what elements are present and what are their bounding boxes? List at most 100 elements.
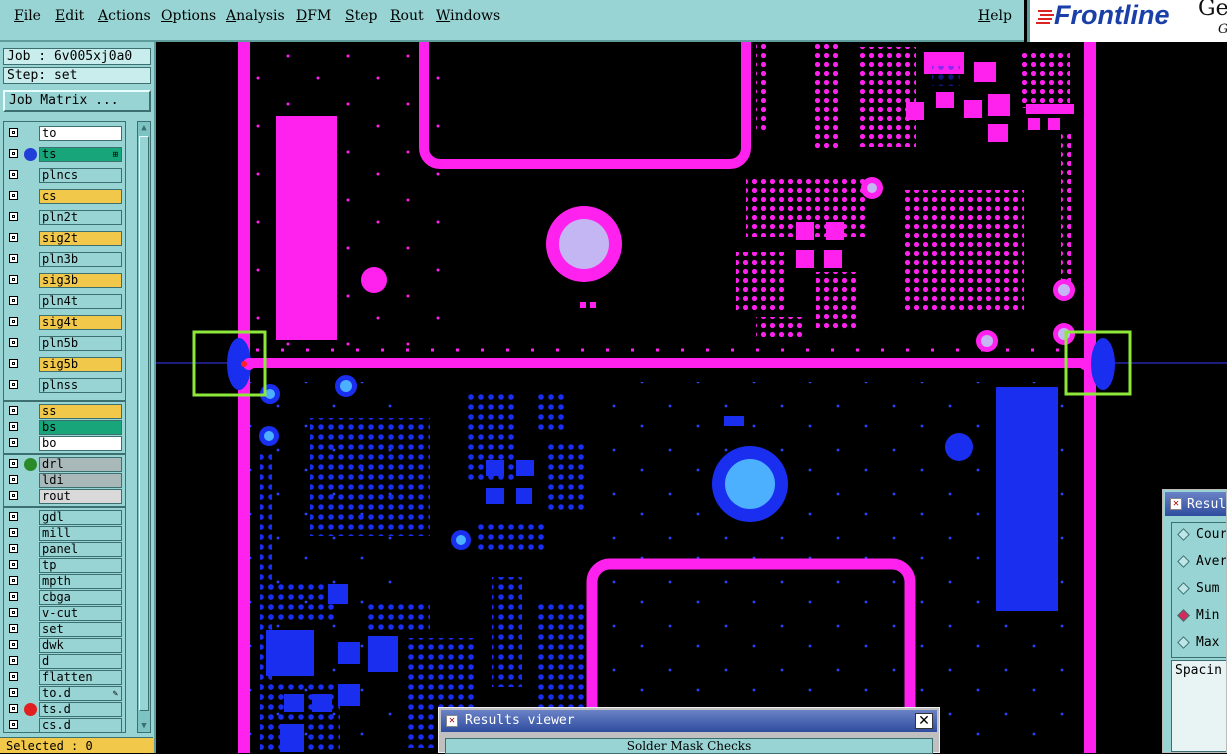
layer-name[interactable]: plncs	[39, 168, 122, 183]
layer-checkbox[interactable]	[9, 491, 18, 500]
layer-row-plnss[interactable]: plnss	[6, 378, 124, 393]
layer-name[interactable]: to	[39, 126, 122, 141]
layer-checkbox[interactable]	[9, 406, 18, 415]
layer-row-tp[interactable]: tp	[6, 558, 124, 573]
layer-checkbox[interactable]	[9, 212, 18, 221]
layer-checkbox[interactable]	[9, 640, 18, 649]
radio-min[interactable]: Min	[1176, 608, 1226, 626]
layer-name[interactable]: pln4t	[39, 294, 122, 309]
layer-checkbox[interactable]	[9, 720, 18, 729]
layer-name[interactable]: gdl	[39, 510, 122, 525]
layer-name[interactable]: mpth	[39, 574, 122, 589]
layer-name[interactable]: cs.d	[39, 718, 122, 732]
scroll-thumb[interactable]	[139, 136, 149, 711]
job-matrix-button[interactable]: Job Matrix ...	[3, 90, 151, 112]
layer-checkbox[interactable]	[9, 191, 18, 200]
menu-help[interactable]: Help	[978, 8, 1012, 24]
layer-name[interactable]: tp	[39, 558, 122, 573]
window-menu-icon[interactable]: ✕	[446, 715, 458, 727]
layer-name[interactable]: drl	[39, 457, 122, 472]
layer-checkbox[interactable]	[9, 608, 18, 617]
layer-checkbox[interactable]	[9, 317, 18, 326]
layer-name[interactable]: sig2t	[39, 231, 122, 246]
layer-row-d[interactable]: d	[6, 654, 124, 669]
layer-row-sig4t[interactable]: sig4t	[6, 315, 124, 330]
layer-row-bs[interactable]: bs	[6, 420, 124, 435]
layer-row-rout[interactable]: rout	[6, 489, 124, 504]
menu-dfm[interactable]: DFM	[296, 8, 331, 24]
layer-checkbox[interactable]	[9, 528, 18, 537]
layer-name[interactable]: ts.d	[39, 702, 122, 717]
layer-row-cs[interactable]: cs	[6, 189, 124, 204]
radio-diamond-icon[interactable]	[1177, 636, 1190, 649]
results-panel-titlebar[interactable]: ✕ Resul	[1165, 492, 1226, 516]
layer-checkbox[interactable]	[9, 438, 18, 447]
menu-rout[interactable]: Rout	[390, 8, 424, 24]
layer-checkbox[interactable]	[9, 688, 18, 697]
layer-row-cs.d[interactable]: cs.d	[6, 718, 124, 732]
layer-row-ldi[interactable]: ldi	[6, 473, 124, 488]
radio-sum[interactable]: Sum	[1176, 581, 1226, 599]
scroll-up-icon[interactable]: ▲	[138, 122, 150, 134]
layer-checkbox[interactable]	[9, 672, 18, 681]
layer-name[interactable]: panel	[39, 542, 122, 557]
layer-row-bo[interactable]: bo	[6, 436, 124, 451]
layer-checkbox[interactable]	[9, 233, 18, 242]
layer-checkbox[interactable]	[9, 475, 18, 484]
layer-row-mill[interactable]: mill	[6, 526, 124, 541]
layer-name[interactable]: pln5b	[39, 336, 122, 351]
layer-name[interactable]: sig4t	[39, 315, 122, 330]
layer-name[interactable]: v-cut	[39, 606, 122, 621]
layer-row-ts[interactable]: ts ⊞	[6, 147, 124, 162]
layer-checkbox[interactable]	[9, 624, 18, 633]
menu-windows[interactable]: Windows	[436, 8, 500, 24]
layer-row-sig3b[interactable]: sig3b	[6, 273, 124, 288]
board-graphic[interactable]	[156, 42, 1227, 753]
layer-row-set[interactable]: set	[6, 622, 124, 637]
layer-checkbox[interactable]	[9, 254, 18, 263]
results-viewer-titlebar[interactable]: ✕ Results viewer ✕	[441, 710, 937, 732]
layer-name[interactable]: rout	[39, 489, 122, 504]
layer-checkbox[interactable]	[9, 149, 18, 158]
layer-row-to[interactable]: to	[6, 126, 124, 141]
layer-row-v-cut[interactable]: v-cut	[6, 606, 124, 621]
menu-options[interactable]: Options	[161, 8, 216, 24]
layer-name[interactable]: mill	[39, 526, 122, 541]
layer-row-sig5b[interactable]: sig5b	[6, 357, 124, 372]
menu-file[interactable]: File	[14, 8, 41, 24]
layer-row-drl[interactable]: drl	[6, 457, 124, 472]
layer-name[interactable]: bs	[39, 420, 122, 435]
layer-checkbox[interactable]	[9, 656, 18, 665]
layer-checkbox[interactable]	[9, 560, 18, 569]
radio-diamond-icon[interactable]	[1177, 528, 1190, 541]
layer-checkbox[interactable]	[9, 275, 18, 284]
layer-checkbox[interactable]	[9, 170, 18, 179]
layer-checkbox[interactable]	[9, 576, 18, 585]
layer-name[interactable]: pln2t	[39, 210, 122, 225]
radio-cour[interactable]: Cour	[1176, 527, 1226, 545]
layer-checkbox[interactable]	[9, 296, 18, 305]
layer-name[interactable]: ts ⊞	[39, 147, 122, 162]
radio-max[interactable]: Max	[1176, 635, 1226, 653]
layer-row-mpth[interactable]: mpth	[6, 574, 124, 589]
layer-row-pln3b[interactable]: pln3b	[6, 252, 124, 267]
scroll-down-icon[interactable]: ▼	[138, 720, 150, 732]
radio-diamond-icon[interactable]	[1177, 609, 1190, 622]
layer-name[interactable]: flatten	[39, 670, 122, 685]
close-icon[interactable]: ✕	[915, 713, 933, 729]
layer-name[interactable]: set	[39, 622, 122, 637]
layer-row-to.d[interactable]: to.d ✎	[6, 686, 124, 701]
layer-row-pln5b[interactable]: pln5b	[6, 336, 124, 351]
results-text-area[interactable]: Spacin	[1171, 660, 1226, 752]
layer-row-ss[interactable]: ss	[6, 404, 124, 419]
layer-row-plncs[interactable]: plncs	[6, 168, 124, 183]
layer-name[interactable]: plnss	[39, 378, 122, 393]
layer-name[interactable]: ss	[39, 404, 122, 419]
layer-row-pln2t[interactable]: pln2t	[6, 210, 124, 225]
layer-checkbox[interactable]	[9, 338, 18, 347]
layer-checkbox[interactable]	[9, 512, 18, 521]
layer-name[interactable]: cbga	[39, 590, 122, 605]
layer-checkbox[interactable]	[9, 544, 18, 553]
layer-row-sig2t[interactable]: sig2t	[6, 231, 124, 246]
radio-aver[interactable]: Aver	[1176, 554, 1226, 572]
